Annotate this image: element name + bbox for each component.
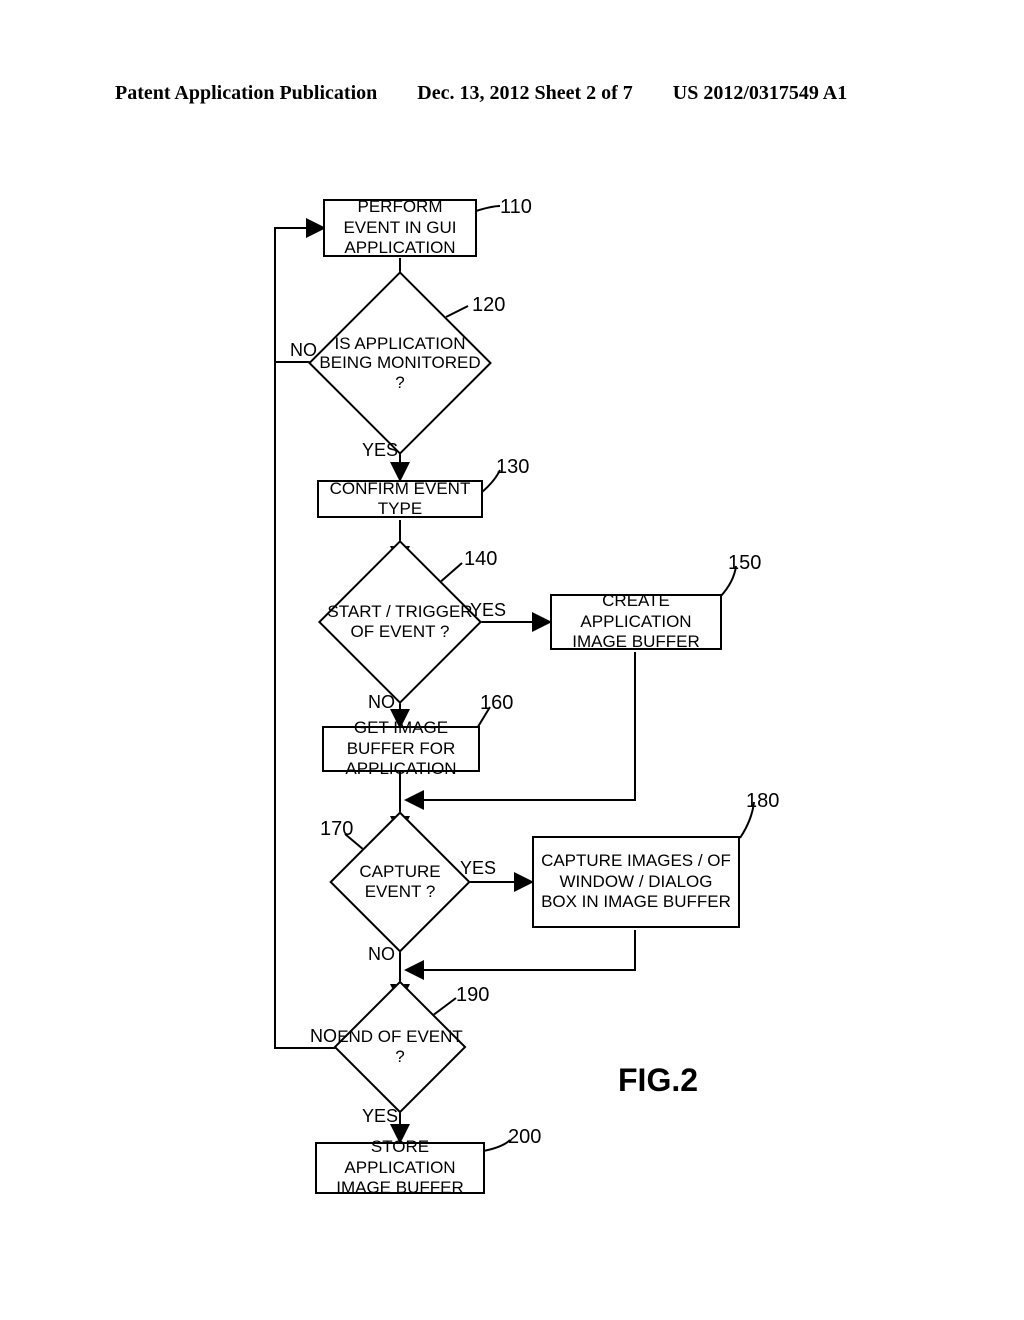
node-170-text: CAPTURE EVENT ? [332, 832, 468, 932]
node-200-store-buffer: STORE APPLICATION IMAGE BUFFER [315, 1142, 485, 1194]
label-170-no: NO [368, 944, 395, 965]
node-120-text: IS APPLICATION BEING MONITORED ? [317, 298, 483, 428]
node-190-end-of-event: END OF EVENT ? [353, 1000, 447, 1094]
node-190-text: END OF EVENT ? [335, 1000, 465, 1094]
ref-140: 140 [464, 548, 497, 571]
label-120-yes: YES [362, 440, 398, 461]
node-170-capture-event: CAPTURE EVENT ? [350, 832, 450, 932]
label-170-yes: YES [460, 858, 496, 879]
label-140-no: NO [368, 692, 395, 713]
node-130-confirm-event-type: CONFIRM EVENT TYPE [317, 480, 483, 518]
ref-150: 150 [728, 552, 761, 575]
node-110-perform-event: PERFORM EVENT IN GUI APPLICATION [323, 199, 477, 257]
label-140-yes: YES [470, 600, 506, 621]
node-180-capture-images: CAPTURE IMAGES / OF WINDOW / DIALOG BOX … [532, 836, 740, 928]
ref-130: 130 [496, 456, 529, 479]
ref-110: 110 [500, 196, 532, 219]
node-120-is-app-monitored: IS APPLICATION BEING MONITORED ? [335, 298, 465, 428]
label-120-no: NO [290, 340, 317, 361]
label-190-no: NO [310, 1026, 337, 1047]
ref-180: 180 [746, 790, 779, 813]
ref-200: 200 [508, 1126, 541, 1149]
node-150-create-buffer: CREATE APPLICATION IMAGE BUFFER [550, 594, 722, 650]
page: Patent Application Publication Dec. 13, … [0, 0, 1024, 1320]
label-190-yes: YES [362, 1106, 398, 1127]
node-140-text: START / TRIGGER OF EVENT ? [324, 564, 476, 680]
ref-120: 120 [472, 294, 505, 317]
node-160-get-buffer: GET IMAGE BUFFER FOR APPLICATION [322, 726, 480, 772]
ref-170: 170 [320, 818, 353, 841]
ref-160: 160 [480, 692, 513, 715]
figure-label: FIG.2 [618, 1062, 698, 1099]
ref-190: 190 [456, 984, 489, 1007]
node-140-start-trigger: START / TRIGGER OF EVENT ? [342, 564, 458, 680]
